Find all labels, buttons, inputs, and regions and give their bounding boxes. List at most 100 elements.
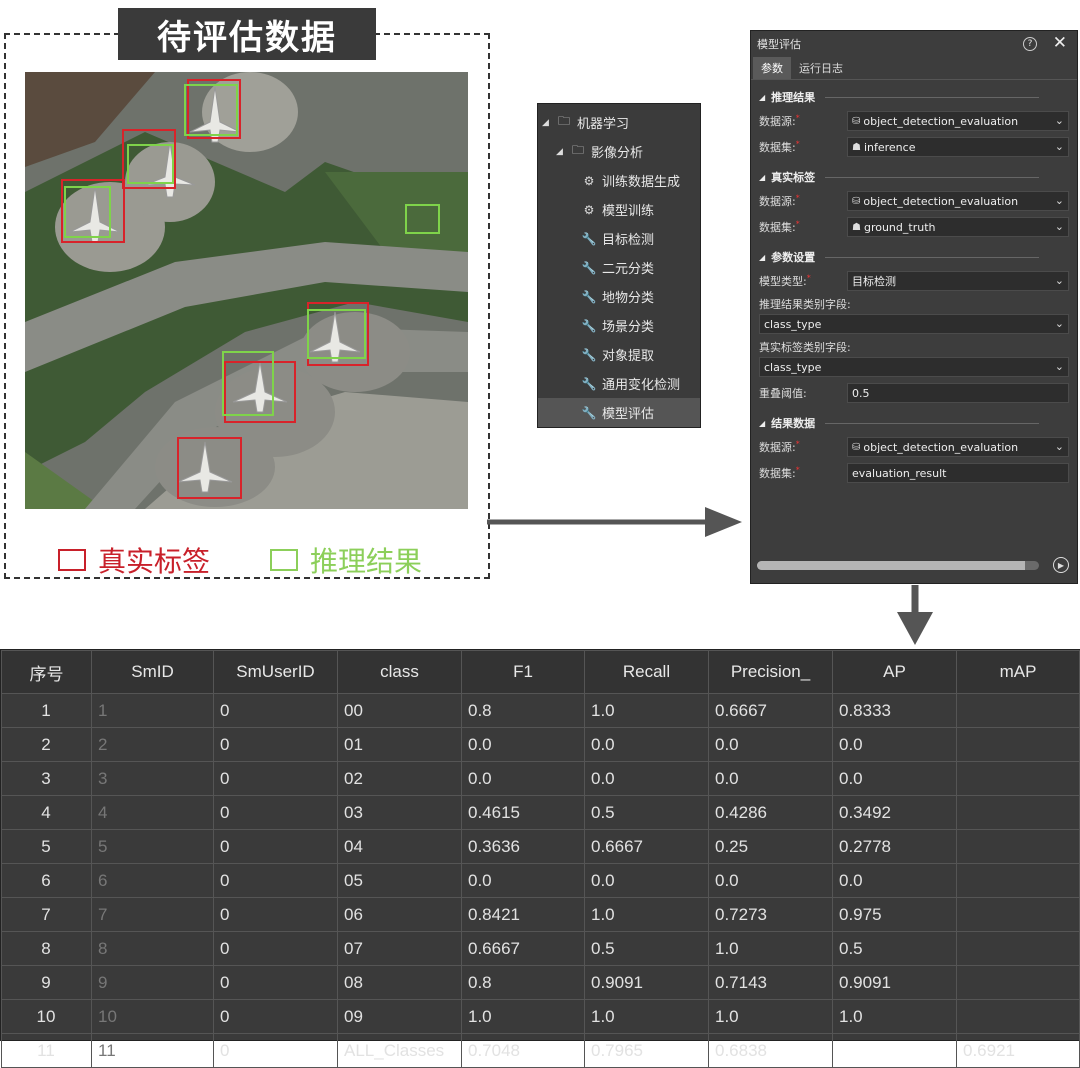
col-map-cell[interactable] bbox=[956, 931, 1080, 966]
chevron-down-icon[interactable]: ⌄ bbox=[1055, 440, 1064, 453]
col-map-cell[interactable] bbox=[956, 897, 1080, 932]
tree-item-object-detection[interactable]: 🔧 目标检测 bbox=[538, 224, 700, 253]
col-index-cell[interactable]: 9 bbox=[1, 965, 92, 1000]
col-precision-cell[interactable]: 1.0 bbox=[708, 999, 833, 1034]
col-precision-cell[interactable]: 0.7143 bbox=[708, 965, 833, 1000]
col-map-cell[interactable] bbox=[956, 829, 1080, 864]
col-smuserid-cell[interactable]: 0 bbox=[213, 693, 338, 728]
tree-item-training-data[interactable]: ⚙ 训练数据生成 bbox=[538, 166, 700, 195]
col-f1-cell[interactable]: 0.8 bbox=[461, 693, 585, 728]
tree-item-change-detection[interactable]: 🔧 通用变化检测 bbox=[538, 369, 700, 398]
col-f1-cell[interactable]: 1.0 bbox=[461, 999, 585, 1034]
col-smuserid-cell[interactable]: 0 bbox=[213, 863, 338, 898]
chevron-down-icon[interactable]: ⌄ bbox=[1055, 194, 1064, 207]
table-row[interactable]: 4 4 0 03 0.4615 0.5 0.4286 0.3492 bbox=[1, 795, 1080, 830]
infer-field-select[interactable]: class_type ⌄ bbox=[759, 314, 1069, 334]
chevron-down-icon[interactable]: ⌄ bbox=[1055, 274, 1064, 287]
col-recall-cell[interactable]: 0.5 bbox=[584, 795, 709, 830]
col-precision-cell[interactable]: 1.0 bbox=[708, 931, 833, 966]
col-precision-cell[interactable]: 0.25 bbox=[708, 829, 833, 864]
run-button[interactable]: ▶ bbox=[1053, 557, 1069, 573]
col-class-cell[interactable]: 02 bbox=[337, 761, 462, 796]
col-index-cell[interactable]: 6 bbox=[1, 863, 92, 898]
col-map-cell[interactable] bbox=[956, 999, 1080, 1034]
tree-item-land-classification[interactable]: 🔧 地物分类 bbox=[538, 282, 700, 311]
col-ap-cell[interactable]: 0.8333 bbox=[832, 693, 957, 728]
col-f1-cell[interactable]: 0.0 bbox=[461, 727, 585, 762]
col-f1-cell[interactable]: 0.3636 bbox=[461, 829, 585, 864]
result-datasource-select[interactable]: ⛁ object_detection_evaluation ⌄ bbox=[847, 437, 1069, 457]
col-recall-cell[interactable]: 0.0 bbox=[584, 727, 709, 762]
collapse-arrow-icon[interactable]: ◢ bbox=[759, 419, 765, 428]
col-class-cell[interactable]: 06 bbox=[337, 897, 462, 932]
col-smuserid-header[interactable]: SmUserID bbox=[213, 650, 338, 694]
col-recall-cell[interactable]: 1.0 bbox=[584, 999, 709, 1034]
col-precision-header[interactable]: Precision_ bbox=[708, 650, 833, 694]
col-class-cell[interactable]: 04 bbox=[337, 829, 462, 864]
col-f1-cell[interactable]: 0.0 bbox=[461, 761, 585, 796]
table-row[interactable]: 9 9 0 08 0.8 0.9091 0.7143 0.9091 bbox=[1, 965, 1080, 1000]
col-index-cell[interactable]: 10 bbox=[1, 999, 92, 1034]
col-class-cell[interactable]: 08 bbox=[337, 965, 462, 1000]
collapse-arrow-icon[interactable]: ◢ bbox=[759, 173, 765, 182]
col-smid-cell[interactable]: 7 bbox=[91, 897, 214, 932]
col-index-cell[interactable]: 11 bbox=[1, 1033, 92, 1068]
col-index-cell[interactable]: 7 bbox=[1, 897, 92, 932]
table-row[interactable]: 1 1 0 00 0.8 1.0 0.6667 0.8333 bbox=[1, 693, 1080, 728]
col-f1-cell[interactable]: 0.7048 bbox=[461, 1033, 585, 1068]
col-map-cell[interactable] bbox=[956, 693, 1080, 728]
col-map-cell[interactable] bbox=[956, 965, 1080, 1000]
col-class-cell[interactable]: ALL_Classes bbox=[337, 1033, 462, 1068]
col-index-cell[interactable]: 8 bbox=[1, 931, 92, 966]
col-recall-cell[interactable]: 0.6667 bbox=[584, 829, 709, 864]
table-row[interactable]: 6 6 0 05 0.0 0.0 0.0 0.0 bbox=[1, 863, 1080, 898]
col-recall-cell[interactable]: 0.0 bbox=[584, 761, 709, 796]
col-f1-header[interactable]: F1 bbox=[461, 650, 585, 694]
col-precision-cell[interactable]: 0.7273 bbox=[708, 897, 833, 932]
col-precision-cell[interactable]: 0.0 bbox=[708, 727, 833, 762]
col-f1-cell[interactable]: 0.6667 bbox=[461, 931, 585, 966]
col-map-cell[interactable] bbox=[956, 727, 1080, 762]
tree-item-model-evaluation[interactable]: 🔧 模型评估 bbox=[538, 398, 700, 427]
col-index-cell[interactable]: 3 bbox=[1, 761, 92, 796]
col-ap-cell[interactable]: 0.0 bbox=[832, 863, 957, 898]
col-ap-cell[interactable]: 0.0 bbox=[832, 727, 957, 762]
tree-item-object-extraction[interactable]: 🔧 对象提取 bbox=[538, 340, 700, 369]
tab-params[interactable]: 参数 bbox=[753, 57, 791, 79]
col-smuserid-cell[interactable]: 0 bbox=[213, 897, 338, 932]
col-class-header[interactable]: class bbox=[337, 650, 462, 694]
col-ap-cell[interactable]: 0.2778 bbox=[832, 829, 957, 864]
col-recall-cell[interactable]: 1.0 bbox=[584, 897, 709, 932]
col-map-cell[interactable] bbox=[956, 761, 1080, 796]
tab-run-log[interactable]: 运行日志 bbox=[791, 57, 851, 79]
col-f1-cell[interactable]: 0.8421 bbox=[461, 897, 585, 932]
col-smid-header[interactable]: SmID bbox=[91, 650, 214, 694]
section-ground-truth[interactable]: ◢ 真实标签 bbox=[759, 166, 1069, 188]
col-smid-cell[interactable]: 6 bbox=[91, 863, 214, 898]
col-recall-header[interactable]: Recall bbox=[584, 650, 709, 694]
col-ap-cell[interactable]: 0.9091 bbox=[832, 965, 957, 1000]
col-recall-cell[interactable]: 0.9091 bbox=[584, 965, 709, 1000]
chevron-down-icon[interactable]: ⌄ bbox=[1055, 360, 1064, 373]
col-ap-header[interactable]: AP bbox=[832, 650, 957, 694]
table-row[interactable]: 11 11 0 ALL_Classes 0.7048 0.7965 0.6838 0.6921 bbox=[1, 1033, 1080, 1068]
col-recall-cell[interactable]: 0.0 bbox=[584, 863, 709, 898]
inference-datasource-select[interactable]: ⛁ object_detection_evaluation ⌄ bbox=[847, 111, 1069, 131]
col-index-cell[interactable]: 2 bbox=[1, 727, 92, 762]
col-smuserid-cell[interactable]: 0 bbox=[213, 829, 338, 864]
chevron-down-icon[interactable]: ⌄ bbox=[1055, 220, 1064, 233]
col-smuserid-cell[interactable]: 0 bbox=[213, 999, 338, 1034]
truth-field-select[interactable]: class_type ⌄ bbox=[759, 357, 1069, 377]
col-map-cell[interactable] bbox=[956, 795, 1080, 830]
col-ap-cell[interactable]: 0.3492 bbox=[832, 795, 957, 830]
chevron-down-icon[interactable]: ⌄ bbox=[1055, 140, 1064, 153]
col-map-header[interactable]: mAP bbox=[956, 650, 1080, 694]
col-f1-cell[interactable]: 0.4615 bbox=[461, 795, 585, 830]
col-smid-cell[interactable]: 11 bbox=[91, 1033, 214, 1068]
col-class-cell[interactable]: 03 bbox=[337, 795, 462, 830]
col-smuserid-cell[interactable]: 0 bbox=[213, 931, 338, 966]
col-smid-cell[interactable]: 8 bbox=[91, 931, 214, 966]
col-precision-cell[interactable]: 0.6667 bbox=[708, 693, 833, 728]
col-smid-cell[interactable]: 10 bbox=[91, 999, 214, 1034]
col-index-cell[interactable]: 4 bbox=[1, 795, 92, 830]
